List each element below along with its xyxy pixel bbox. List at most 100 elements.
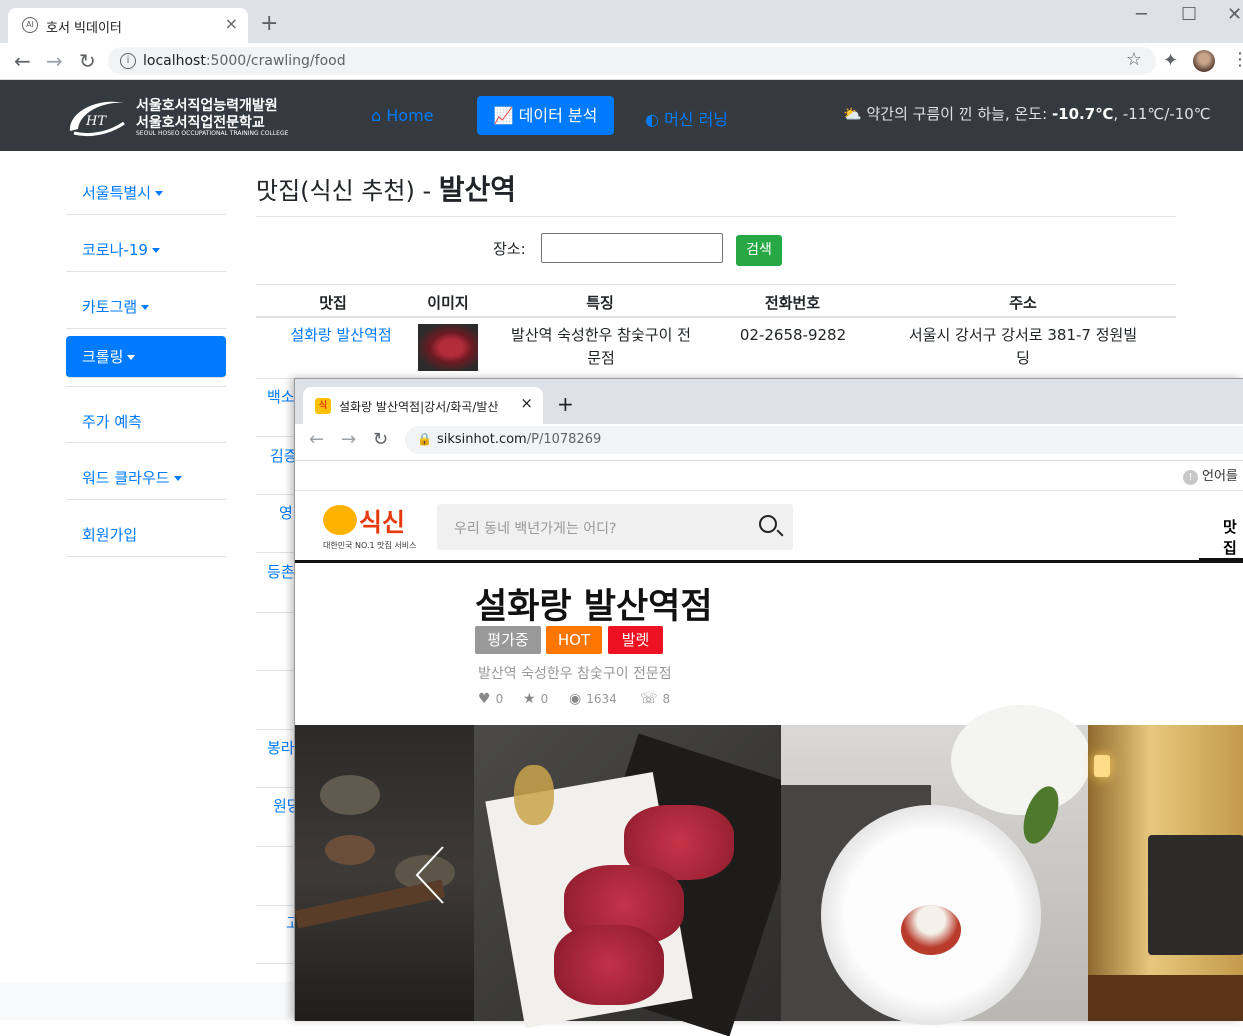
sidebar-item-corona[interactable]: 코로나-19 bbox=[66, 215, 226, 272]
table-row-peek[interactable]: 등촌 bbox=[267, 561, 295, 582]
table-header-phone: 전화번호 bbox=[764, 294, 821, 312]
table-header-feature: 특징 bbox=[586, 294, 614, 312]
badge-evaluating: 평가중 bbox=[475, 626, 541, 654]
views-count: 1634 bbox=[586, 692, 617, 706]
home-icon: ⌂ bbox=[371, 106, 382, 125]
logo-line3: SEOUL HOSEO OCCUPATIONAL TRAINING COLLEG… bbox=[136, 130, 289, 137]
carousel-photo[interactable] bbox=[1088, 725, 1243, 1021]
table-row-peek[interactable]: 백소 bbox=[267, 386, 295, 407]
weather-range: , -11℃/-10℃ bbox=[1113, 105, 1211, 123]
row-divider bbox=[256, 963, 296, 964]
siksin-logo[interactable]: 식신 대한민국 NO.1 맛집 서비스 bbox=[323, 503, 423, 551]
sidebar-item-cartogram[interactable]: 카토그램 bbox=[66, 272, 226, 329]
sidebar-item-wordcloud[interactable]: 워드 클라우드 bbox=[66, 443, 226, 500]
table-row-peek[interactable]: 봉라 bbox=[267, 737, 295, 758]
heart-icon: ♥ bbox=[478, 691, 491, 707]
row-divider bbox=[256, 905, 296, 906]
address-line: 서울시 강서구 강서로 381-7 정원빌 bbox=[908, 326, 1138, 344]
restaurant-thumbnail[interactable] bbox=[418, 324, 478, 371]
nav-home-label: Home bbox=[386, 106, 434, 125]
photo-carousel[interactable] bbox=[294, 705, 1243, 1036]
popup-address-bar[interactable]: 🔒 siksinhot.com/P/1078269 bbox=[405, 426, 1243, 454]
nav-machine-learning[interactable]: ◐ 머신 러닝 bbox=[645, 106, 728, 130]
carousel-photo[interactable] bbox=[474, 725, 810, 1036]
table-row-peek[interactable]: 영 bbox=[279, 502, 293, 523]
site-info-icon[interactable]: i bbox=[120, 53, 136, 69]
eye-icon: ◉ bbox=[569, 691, 582, 707]
sidebar-item-label: 주가 예측 bbox=[82, 413, 142, 431]
popup-tab-close-icon[interactable]: × bbox=[520, 394, 533, 412]
sidebar-item-label: 크롤링 bbox=[82, 348, 124, 366]
footer-strip bbox=[0, 982, 295, 1020]
address-bar[interactable]: i localhost:5000/crawling/food ☆ bbox=[108, 47, 1156, 75]
sidebar-item-crawling[interactable]: 크롤링 bbox=[66, 336, 226, 378]
college-logo[interactable]: HT 서울호서직업능력개발원 서울호서직업전문학교 SEOUL HOSEO OC… bbox=[66, 93, 288, 141]
siksin-logo-name: 식신 bbox=[359, 508, 406, 537]
popup-forward-arrow-icon[interactable]: → bbox=[341, 429, 356, 450]
caret-down-icon bbox=[127, 355, 136, 360]
page-title-prefix: 맛집(식신 추천) - bbox=[256, 177, 432, 205]
profile-avatar[interactable] bbox=[1193, 50, 1215, 72]
carousel-prev-arrow-icon[interactable] bbox=[415, 845, 445, 905]
popup-back-arrow-icon[interactable]: ← bbox=[309, 429, 324, 450]
badge-hot: HOT bbox=[546, 626, 602, 654]
search-label: 장소: bbox=[493, 240, 526, 258]
weather-description: 약간의 구름이 낀 하늘, 온도: bbox=[866, 105, 1048, 123]
divider bbox=[256, 216, 1176, 217]
logo-line2: 서울호서직업전문학교 bbox=[136, 115, 265, 131]
carousel-photo[interactable] bbox=[294, 725, 474, 1021]
siksin-menu-restaurants[interactable]: 맛집 bbox=[1223, 516, 1243, 558]
row-divider bbox=[256, 436, 296, 437]
siksin-search-box[interactable]: 우리 동네 백년가게는 어디? bbox=[437, 504, 793, 550]
search-icon[interactable] bbox=[759, 515, 777, 533]
bookmark-star-icon[interactable]: ☆ bbox=[1126, 49, 1142, 70]
stars-stat: ★ 0 bbox=[523, 691, 548, 707]
active-menu-underline bbox=[1199, 558, 1243, 563]
browser-menu-icon[interactable]: ⋮ bbox=[1231, 49, 1243, 70]
language-selector[interactable]: ! 언어를 bbox=[1183, 465, 1238, 485]
browser-tab[interactable]: AI 호서 빅데이터 × bbox=[8, 8, 248, 43]
sidebar-item-label: 서울특별시 bbox=[82, 184, 152, 202]
likes-count: 0 bbox=[495, 692, 504, 706]
tab-close-icon[interactable]: × bbox=[225, 14, 238, 33]
badge-valet: 발렛 bbox=[608, 626, 663, 654]
back-arrow-icon[interactable]: ← bbox=[14, 49, 31, 73]
sidebar-item-signup[interactable]: 회원가입 bbox=[66, 500, 226, 557]
forward-arrow-icon[interactable]: → bbox=[46, 49, 63, 73]
stars-count: 0 bbox=[540, 692, 549, 706]
window-close-icon[interactable]: ✕ bbox=[1227, 4, 1242, 25]
caret-down-icon bbox=[141, 305, 150, 310]
brain-icon: ◐ bbox=[645, 110, 659, 129]
sidebar-item-label: 코로나-19 bbox=[82, 241, 148, 259]
cloud-sun-icon: ⛅ bbox=[843, 105, 862, 123]
popup-reload-icon[interactable]: ↻ bbox=[373, 429, 388, 450]
extensions-puzzle-icon[interactable]: ✦ bbox=[1163, 50, 1178, 71]
carousel-photo[interactable] bbox=[781, 705, 1091, 1025]
sidebar-item-seoul[interactable]: 서울특별시 bbox=[66, 158, 226, 215]
table-top-border bbox=[256, 284, 1176, 285]
restaurant-link[interactable]: 설화랑 발산역점 bbox=[266, 324, 416, 347]
page-title: 맛집(식신 추천) - 발산역 bbox=[256, 168, 516, 208]
reload-icon[interactable]: ↻ bbox=[79, 49, 96, 73]
minimize-icon[interactable]: ─ bbox=[1136, 4, 1147, 25]
popup-new-tab-button[interactable]: + bbox=[557, 392, 574, 416]
search-button[interactable]: 검색 bbox=[736, 235, 782, 266]
popup-browser-tab[interactable]: 식 설화랑 발산역점|강서/화곡/발산 × bbox=[303, 387, 543, 424]
nav-machine-learning-label: 머신 러닝 bbox=[664, 110, 729, 129]
popup-url-host: siksinhot.com bbox=[437, 432, 527, 447]
phone-icon: ☏ bbox=[640, 691, 658, 707]
nav-home[interactable]: ⌂ Home bbox=[371, 106, 434, 125]
maximize-icon[interactable]: ☐ bbox=[1181, 4, 1197, 25]
table-header-address: 주소 bbox=[1009, 294, 1037, 312]
sidebar-item-stock[interactable]: 주가 예측 bbox=[66, 386, 226, 443]
chart-icon: 📈 bbox=[493, 106, 514, 125]
table-header-border bbox=[256, 316, 1176, 318]
feature-line: 발산역 숙성한우 참숯구이 전 bbox=[511, 326, 691, 344]
url-host: localhost bbox=[143, 53, 206, 69]
tab-favicon-icon: AI bbox=[22, 17, 38, 33]
new-tab-button[interactable]: + bbox=[260, 13, 278, 35]
row-divider bbox=[256, 552, 296, 553]
place-search-input[interactable] bbox=[541, 233, 723, 263]
popup-url-path: /P/1078269 bbox=[526, 432, 602, 447]
nav-data-analysis[interactable]: 📈 데이터 분석 bbox=[477, 96, 614, 135]
